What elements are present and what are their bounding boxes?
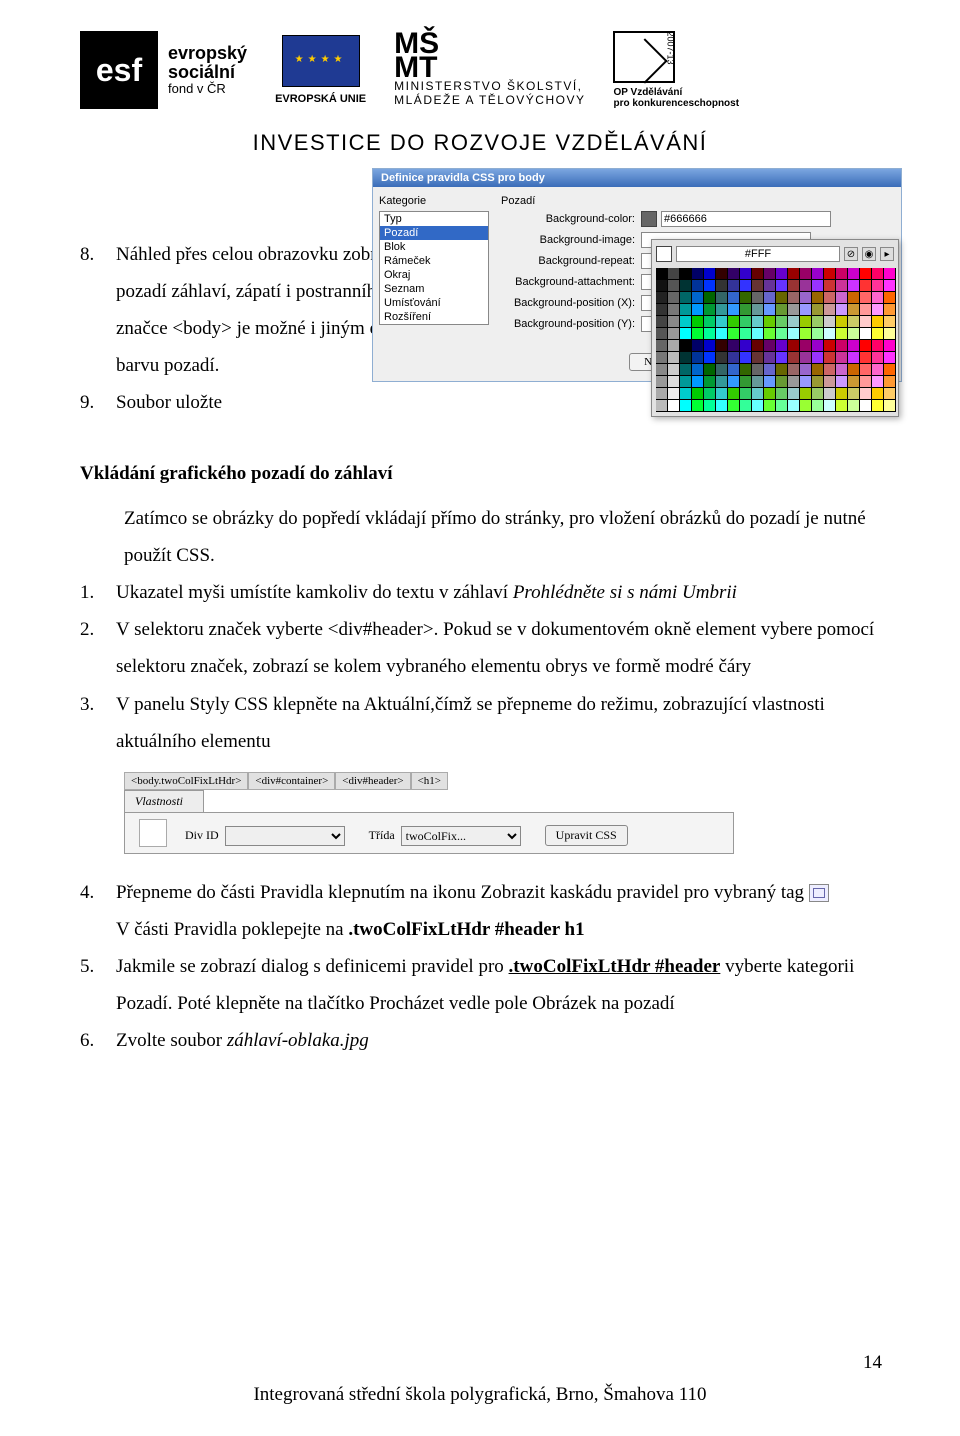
step-2-text: V selektoru značek vyberte <div#header>.… — [116, 611, 890, 685]
msmt-line1: MINISTERSTVO ŠKOLSTVÍ, — [394, 79, 585, 93]
edit-css-button[interactable]: Upravit CSS — [545, 825, 628, 846]
cat-item-pozadi[interactable]: Pozadí — [380, 226, 488, 240]
crumb-body[interactable]: <body.twoColFixLtHdr> — [124, 772, 248, 790]
bgimg-label: Background-image: — [501, 234, 641, 246]
esf-logo: esf evropský sociální fond v ČR — [80, 31, 247, 109]
bgcolor-swatch[interactable] — [641, 211, 657, 227]
msmt-logo: MŠ MT MINISTERSTVO ŠKOLSTVÍ, MLÁDEŽE A T… — [394, 32, 585, 108]
step-4-text: Přepneme do části Pravidla klepnutím na … — [116, 874, 890, 948]
step-3-number: 3. — [80, 686, 116, 760]
header-logos: esf evropský sociální fond v ČR EVROPSKÁ… — [80, 0, 890, 120]
cat-item-typ[interactable]: Typ — [380, 212, 488, 226]
eu-flag-icon — [282, 35, 360, 87]
msmt-mark-l2: MT — [394, 56, 585, 79]
bgposy-label: Background-position (Y): — [501, 318, 641, 330]
msmt-line2: MLÁDEŽE A TĚLOVÝCHOVY — [394, 93, 585, 107]
dialog-titlebar: Definice pravidla CSS pro body — [373, 169, 901, 187]
trida-label: Třída — [369, 828, 395, 843]
step-6-text: Zvolte soubor záhlaví-oblaka.jpg — [116, 1022, 890, 1059]
op-mark-icon — [613, 31, 675, 83]
color-palette[interactable]: ⊘ ◉ ▸ — [651, 239, 899, 417]
cascade-icon — [809, 884, 829, 902]
category-listbox[interactable]: Typ Pozadí Blok Rámeček Okraj Seznam Umí… — [379, 211, 489, 325]
esf-text: evropský sociální fond v ČR — [168, 44, 247, 97]
op-logo: OP Vzdělávání pro konkurenceschopnost — [613, 31, 739, 109]
step-5-number: 5. — [80, 948, 116, 1022]
bgcolor-input[interactable] — [661, 211, 831, 227]
step-5-text: Jakmile se zobrazí dialog s definicemi p… — [116, 948, 890, 1022]
bgposx-label: Background-position (X): — [501, 297, 641, 309]
cat-item-umistovani[interactable]: Umísťování — [380, 296, 488, 310]
bgcolor-label: Background-color: — [501, 213, 641, 225]
cat-item-seznam[interactable]: Seznam — [380, 282, 488, 296]
esf-line2: sociální — [168, 63, 247, 82]
panel-label: Pozadí — [501, 193, 895, 211]
item-8-number: 8. — [80, 236, 116, 310]
cat-item-ramecek[interactable]: Rámeček — [380, 254, 488, 268]
bgattach-label: Background-attachment: — [501, 276, 641, 288]
esf-line1: evropský — [168, 44, 247, 63]
bgrepeat-label: Background-repeat: — [501, 255, 641, 267]
crumb-header[interactable]: <div#header> — [335, 772, 410, 790]
cat-item-rozsireni[interactable]: Rozšíření — [380, 310, 488, 324]
palette-current-swatch — [656, 246, 672, 262]
cat-item-okraj[interactable]: Okraj — [380, 268, 488, 282]
css-rule-dialog: Definice pravidla CSS pro body Kategorie… — [372, 168, 902, 382]
msmt-mark: MŠ MT — [394, 32, 585, 79]
eu-label: EVROPSKÁ UNIE — [275, 93, 366, 105]
op-line2: pro konkurenceschopnost — [613, 98, 739, 109]
properties-panel: Div ID Třída twoColFix... Upravit CSS — [124, 812, 734, 854]
properties-tab[interactable]: Vlastnosti — [124, 790, 204, 812]
esf-mark: esf — [80, 31, 158, 109]
step-2-number: 2. — [80, 611, 116, 685]
category-label: Kategorie — [379, 193, 489, 211]
section-intro: Zatímco se obrázky do popředí vkládají p… — [80, 500, 890, 574]
crumb-container[interactable]: <div#container> — [248, 772, 335, 790]
step-3-text: V panelu Styly CSS klepněte na Aktuální,… — [116, 686, 890, 760]
crumb-h1[interactable]: <h1> — [411, 772, 448, 790]
step-4-number: 4. — [80, 874, 116, 948]
step-1-text: Ukazatel myši umístíte kamkoliv do textu… — [116, 574, 890, 611]
section-heading: Vkládání grafického pozadí do záhlaví — [80, 455, 890, 492]
palette-strikethrough-icon[interactable]: ⊘ — [844, 247, 858, 261]
palette-dropdown-icon[interactable]: ▸ — [880, 247, 894, 261]
esf-line3: fond v ČR — [168, 81, 247, 96]
tag-selector-breadcrumb[interactable]: <body.twoColFixLtHdr> <div#container> <d… — [124, 772, 890, 790]
trida-select[interactable]: twoColFix... — [401, 826, 521, 846]
palette-hex-input[interactable] — [676, 246, 840, 262]
step-1-number: 1. — [80, 574, 116, 611]
divid-icon — [139, 819, 167, 847]
palette-grid[interactable] — [656, 268, 894, 412]
divid-select[interactable] — [225, 826, 345, 846]
page-number: 14 — [863, 1352, 882, 1374]
step-6-number: 6. — [80, 1022, 116, 1059]
invest-title: INVESTICE DO ROZVOJE VZDĚLÁVÁNÍ — [80, 130, 880, 156]
footer-text: Integrovaná střední škola polygrafická, … — [0, 1384, 960, 1406]
cat-item-blok[interactable]: Blok — [380, 240, 488, 254]
divid-label: Div ID — [185, 828, 219, 843]
op-line1: OP Vzdělávání — [613, 87, 739, 98]
palette-wheel-icon[interactable]: ◉ — [862, 247, 876, 261]
eu-logo: EVROPSKÁ UNIE — [275, 35, 366, 105]
item-9-number: 9. — [80, 384, 116, 421]
